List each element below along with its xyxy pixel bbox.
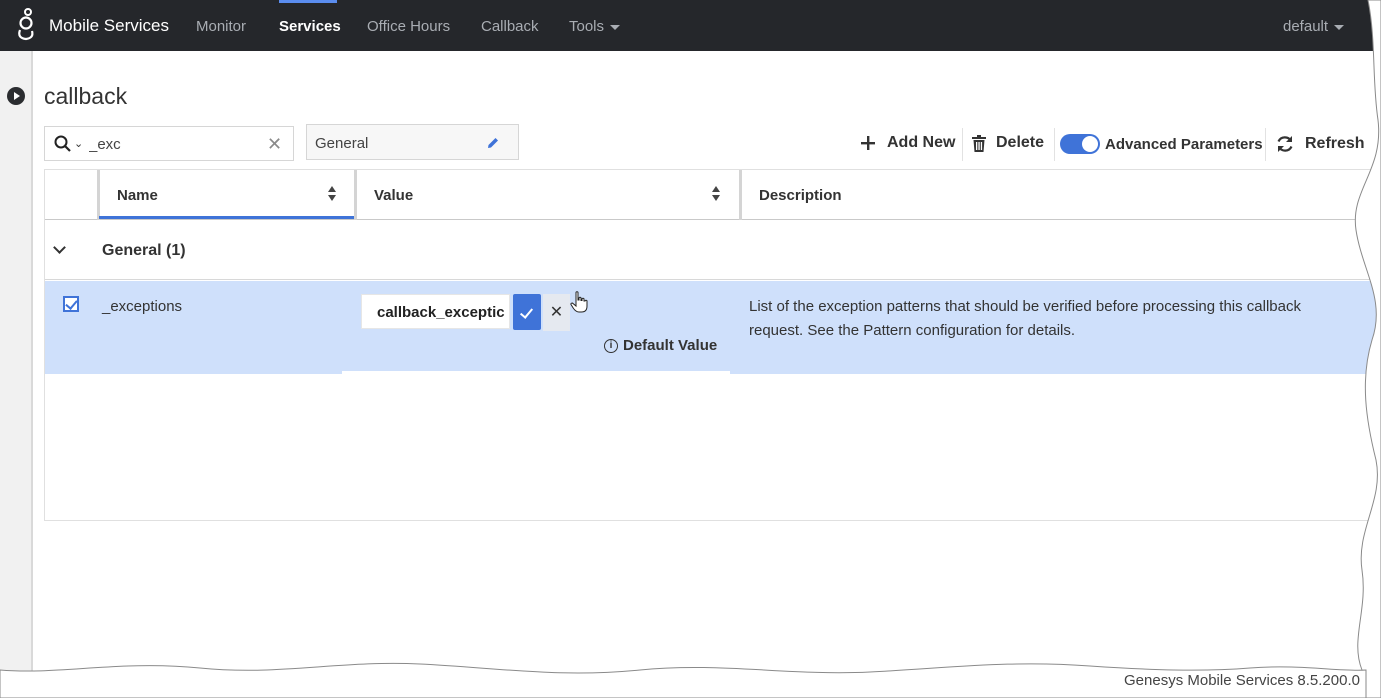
refresh-label: Refresh: [1305, 135, 1365, 152]
footer-version-overlay: Genesys Mobile Services 8.5.200.0: [1124, 672, 1360, 689]
refresh-button[interactable]: Refresh: [1275, 134, 1365, 154]
chevron-down-icon: [610, 24, 621, 30]
search-box[interactable]: ⌄ ✕: [44, 126, 294, 161]
delete-button[interactable]: Delete: [972, 134, 1044, 152]
cell-divider: [342, 371, 730, 374]
cancel-edit-button[interactable]: ✕: [543, 294, 570, 331]
column-description-label: Description: [759, 187, 842, 204]
advanced-parameters-label: Advanced Parameters: [1105, 135, 1263, 153]
column-header-name[interactable]: Name: [100, 170, 355, 220]
nav-services[interactable]: Services: [279, 18, 341, 35]
toggle-switch[interactable]: [1060, 134, 1100, 154]
value-cell-editor: callback_exceptic ✕ i Default Value: [342, 281, 730, 374]
refresh-icon: [1277, 136, 1293, 152]
add-new-label: Add New: [887, 134, 956, 151]
row-description: List of the exception patterns that shou…: [749, 298, 1301, 339]
hand-cursor-icon: [570, 291, 588, 313]
value-input[interactable]: callback_exceptic: [361, 294, 510, 329]
plus-icon: [861, 136, 875, 150]
parameters-grid: Name Value Description General (1) _exce…: [44, 169, 1381, 521]
trash-icon: [972, 134, 986, 152]
clear-search-icon[interactable]: ✕: [267, 134, 282, 155]
top-navbar: Mobile Services Monitor Services Office …: [0, 0, 1381, 51]
sort-icon[interactable]: [328, 186, 336, 202]
column-name-label: Name: [117, 187, 158, 204]
nav-active-indicator: [279, 0, 337, 3]
account-label: default: [1283, 18, 1329, 35]
nav-office-hours[interactable]: Office Hours: [367, 18, 450, 35]
add-new-button[interactable]: Add New: [860, 134, 955, 152]
column-value-label: Value: [374, 187, 414, 204]
grid-header: Name Value Description: [45, 170, 1381, 220]
left-rail: [0, 51, 33, 698]
nav-tools[interactable]: Tools: [569, 18, 621, 35]
toolbar-divider: [1265, 128, 1266, 161]
info-icon: i: [604, 338, 618, 353]
account-dropdown[interactable]: default: [1283, 18, 1345, 35]
toolbar-divider: [962, 128, 963, 161]
genesys-logo-icon: [18, 8, 34, 41]
page-title: callback: [44, 83, 128, 109]
brand-title[interactable]: Mobile Services: [49, 16, 169, 36]
default-value-button[interactable]: i Default Value: [604, 337, 717, 354]
column-header-description[interactable]: Description: [742, 170, 1342, 220]
pencil-icon[interactable]: [486, 136, 500, 150]
group-selector-label: General: [315, 135, 369, 152]
nav-tools-label: Tools: [569, 18, 605, 35]
chevron-down-icon: [1334, 24, 1345, 30]
delete-label: Delete: [996, 134, 1045, 151]
row-name: _exceptions: [102, 298, 183, 315]
default-value-label: Default Value: [623, 337, 718, 354]
sort-active-underline: [99, 216, 354, 219]
sort-icon[interactable]: [712, 186, 720, 202]
column-header-value[interactable]: Value: [357, 170, 739, 220]
group-selector[interactable]: General: [306, 124, 519, 160]
chevron-down-icon[interactable]: ⌄: [74, 137, 83, 150]
group-row[interactable]: General (1): [45, 221, 1381, 280]
row-checkbox[interactable]: [63, 296, 79, 312]
nav-callback[interactable]: Callback: [481, 18, 539, 35]
confirm-edit-button[interactable]: [513, 294, 541, 330]
toolbar-divider: [1054, 128, 1055, 161]
chevron-down-icon[interactable]: [53, 241, 66, 254]
nav-monitor[interactable]: Monitor: [196, 18, 246, 35]
table-row[interactable]: _exceptions callback_exceptic ✕ i Defaul…: [45, 281, 1381, 374]
group-row-label: General (1): [102, 242, 186, 259]
advanced-parameters-toggle[interactable]: Advanced Parameters: [1060, 134, 1263, 154]
expand-panel-icon[interactable]: [7, 87, 25, 105]
search-input[interactable]: [89, 133, 259, 155]
search-icon[interactable]: [54, 135, 71, 152]
